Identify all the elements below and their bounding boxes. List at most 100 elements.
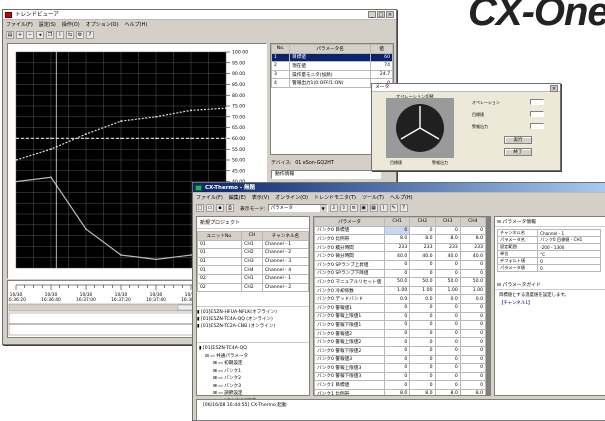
table-row[interactable]: 01 CH3 Channel - 3 <box>196 256 310 267</box>
table-row[interactable]: 3 操作量モニタ(加熱) 24.7 <box>270 69 393 80</box>
open-icon[interactable]: ▤ <box>6 31 14 39</box>
zoom-in-icon[interactable]: + <box>16 31 24 39</box>
tree-node[interactable]: ⊞ ▭ バンク3 <box>197 383 309 391</box>
settings-icon[interactable]: ⚙ <box>76 31 84 39</box>
meter-field-1[interactable] <box>530 99 544 105</box>
download-icon[interactable]: ⇩ <box>329 204 338 212</box>
table-row[interactable]: 2 現在値 74 <box>270 61 393 71</box>
minimize-button[interactable]: _ <box>368 11 376 18</box>
data-point <box>50 148 52 151</box>
table-row[interactable]: 1 目標値 60 <box>270 52 393 63</box>
monitor-icon[interactable]: ▣ <box>359 204 368 212</box>
table-row[interactable]: バンク0 微分時間 40.0 40.0 40.0 40.0 <box>314 251 486 261</box>
table-row[interactable]: バンク0 比例帯 8.0 8.0 8.0 8.0 <box>314 234 486 244</box>
table-row[interactable]: バンク0 警報下限値3 0 0 0 0 <box>314 371 486 382</box>
meter-field-3[interactable] <box>530 123 544 129</box>
grid-icon[interactable]: ▦ <box>369 204 378 212</box>
data-point <box>85 133 87 135</box>
table-row[interactable]: 01 CH4 Channel - 4 <box>196 265 310 275</box>
copy-icon[interactable]: ❐ <box>46 31 54 39</box>
table-row[interactable]: 01 CH2 Channel - 2 <box>196 248 310 258</box>
tree-node[interactable]: ⊞ ▭ 調節設定 <box>197 390 309 398</box>
table-row[interactable]: バンク0 SPランプ上昇値 0 0 0 0 <box>314 259 486 270</box>
y-tick-label: 50.00 <box>232 158 245 164</box>
chart-icon[interactable]: ⌇ <box>379 204 388 212</box>
menu-settings[interactable]: 設定(S) <box>39 21 56 29</box>
table-row[interactable]: バンク0 警報値1 0 0 0 0 <box>314 302 486 313</box>
meter-exit-button[interactable]: 終了 <box>504 148 532 156</box>
thermo-menubar: ファイル(F) 編集(E) 表示(V) オンライン(O) トレンドモニタ(T) … <box>193 194 605 202</box>
table-row[interactable]: バンク0 警報値3 0 0 0 0 <box>314 354 486 365</box>
y-tick-label: 60.00 <box>232 136 245 142</box>
table-row[interactable]: バンク0 積分時間 233 233 233 233 <box>314 242 486 253</box>
maximize-button[interactable]: □ <box>377 11 385 18</box>
device-value: 01 eSon-GQ2HT <box>295 161 334 166</box>
thermo-menu-file[interactable]: ファイル(F) <box>196 194 223 202</box>
open-folder-icon[interactable]: ▭ <box>206 204 214 212</box>
thermo-help-icon[interactable]: ? <box>399 204 408 212</box>
status-label: 動作情報 <box>275 172 295 177</box>
info-row: 単位 °C <box>496 250 601 258</box>
table-row[interactable]: 02 CH1 Channel - 1 <box>196 273 310 284</box>
table-row[interactable]: バンク0 警報下限値2 0 0 0 0 <box>314 345 486 356</box>
thermo-toolbar: □ ▭ ▪ ⎙ 表示モード: パラメータ ▼ ⇩ ⇧ ≡ ▣ ▦ ⌇ ✎ ? <box>193 202 605 214</box>
thermo-menu-trend[interactable]: トレンドモニタ(T) <box>314 194 356 202</box>
guide-link[interactable]: 【チャンネル1】 <box>495 300 605 306</box>
thermo-menu-online[interactable]: オンライン(O) <box>275 194 308 202</box>
upload-icon[interactable]: ⇧ <box>339 204 348 212</box>
table-row[interactable]: バンク0 目標値 0 0 0 0 <box>314 225 486 236</box>
zoom-out-icon[interactable]: − <box>26 31 34 39</box>
trend-icon[interactable]: ⌇ <box>56 31 64 39</box>
table-row[interactable]: バンク0 マニュアルリセット値 50.0 50.0 50.0 50.0 <box>314 277 486 287</box>
table-row[interactable]: バンク0 警報値2 0 0 0 0 <box>314 328 486 339</box>
table-row[interactable]: バンク0 デッドバンド 0.0 0.0 0.0 0.0 <box>314 294 486 304</box>
meter-field-2[interactable] <box>530 111 544 117</box>
data-point <box>15 180 17 183</box>
data-point <box>15 137 17 140</box>
table-row[interactable]: バンク0 警報上限値1 0 0 0 0 <box>314 311 486 322</box>
table-row[interactable]: バンク0 冷却係数 1.00 1.00 1.00 1.00 <box>314 285 486 296</box>
table-row[interactable]: 01 CH1 Channel - 1 <box>196 239 310 250</box>
print-icon[interactable]: ⎙ <box>226 204 234 212</box>
thermo-menu-view[interactable]: 表示(V) <box>252 194 269 202</box>
tree-node[interactable]: ⊟ ▭ 共通パラメータ <box>197 353 309 361</box>
menu-help[interactable]: ヘルプ(H) <box>125 21 148 29</box>
table-row[interactable]: バンク0 警報上限値2 0 0 0 0 <box>314 337 486 347</box>
meter-bottom-right: 警報出力 <box>432 160 448 165</box>
thermo-menu-tools[interactable]: ツール(T) <box>362 194 384 202</box>
meter-run-button[interactable]: 実行 <box>504 136 532 144</box>
thermo-menu-edit[interactable]: 編集(E) <box>229 194 246 202</box>
tree-node[interactable]: ⊞ ▭ 初期設定 <box>197 360 309 368</box>
info-row: チャンネル名 Channel - 1 <box>496 229 601 237</box>
tool-icon[interactable]: ✎ <box>389 204 398 212</box>
tree-node[interactable]: ▮ [01]E5ZN-TC4A-QQ <box>197 345 309 353</box>
close-button[interactable]: × <box>386 11 394 18</box>
link-icon[interactable]: ⇆ <box>66 31 74 39</box>
y-tick-label: 65.00 <box>232 125 245 131</box>
menu-operation[interactable]: 操作(O) <box>62 21 80 29</box>
status-row[interactable]: 動作情報 <box>271 170 381 179</box>
tree-node[interactable]: ⊞ ▭ バンク1 <box>197 368 309 376</box>
table-row[interactable]: バンク0 SPランプ下降値 0 0 0 0 <box>314 268 486 279</box>
tree-node[interactable]: ⊞ ▭ バンク2 <box>197 375 309 383</box>
menu-file[interactable]: ファイル(F) <box>6 21 33 29</box>
list-item[interactable]: ▮ [01]E5ZN-TC2A-CNB (オンライン) <box>197 323 309 330</box>
list-item[interactable]: ▮ [01]E5ZN-HFUA-NFLK(オフライン) <box>197 309 309 316</box>
y-tick-label: 85.00 <box>232 82 245 88</box>
new-icon[interactable]: □ <box>196 204 204 212</box>
mode-select[interactable]: パラメータ ▼ <box>267 204 328 212</box>
meter-label-1: オペレーション <box>472 100 500 105</box>
table-row[interactable]: バンク0 警報下限値1 0 0 0 0 <box>314 320 486 330</box>
compare-icon[interactable]: ≡ <box>349 204 358 212</box>
save-icon[interactable]: ▪ <box>216 204 224 212</box>
meter-close-button[interactable]: × <box>550 85 558 92</box>
table-row[interactable]: バンク1 目標値 0 0 0 0 <box>314 380 486 390</box>
menu-options[interactable]: オプション(O) <box>86 21 119 29</box>
list-item[interactable]: ▮ [01]E5ZN-TC4A-QQ (オンライン) <box>197 316 309 323</box>
table-row[interactable]: バンク0 警報上限値3 0 0 0 0 <box>314 363 486 373</box>
thermo-menu-help[interactable]: ヘルプ(H) <box>390 194 413 202</box>
help-icon[interactable]: ? <box>86 31 94 39</box>
scroll-left-icon[interactable]: ◂ <box>36 31 44 39</box>
table-row[interactable]: 02 CH2 Channel - 2 <box>196 282 310 293</box>
table-row[interactable]: バンク1 比例帯 8.0 8.0 8.0 8.0 <box>314 388 486 395</box>
